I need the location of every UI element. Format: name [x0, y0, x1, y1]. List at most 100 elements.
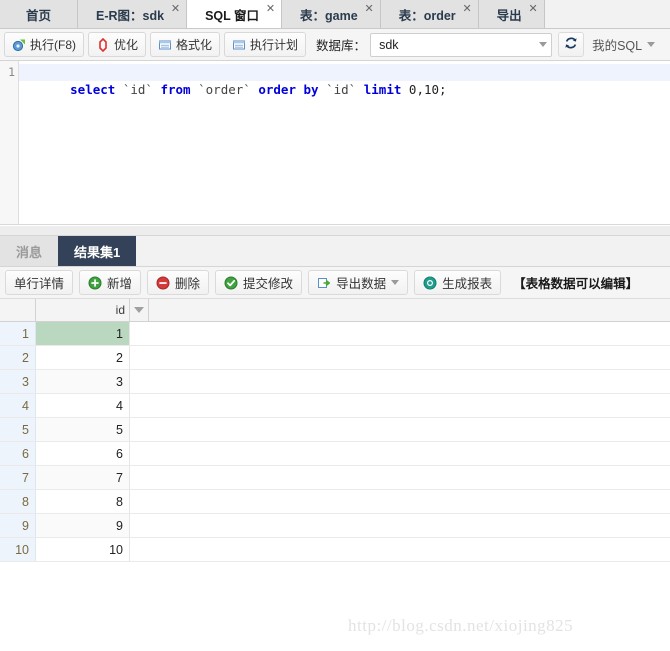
grid-toolbar: 单行详情 新增 删除 提交修改 导出数据 生成报表 【表格数据可以编辑】: [0, 267, 670, 299]
generate-report-button[interactable]: 生成报表: [414, 270, 502, 295]
row-number[interactable]: 4: [0, 394, 36, 417]
cell-id[interactable]: 3: [36, 370, 130, 393]
row-number[interactable]: 6: [0, 442, 36, 465]
chevron-down-icon: [647, 42, 656, 47]
export-icon: [317, 276, 331, 290]
tab-messages[interactable]: 消息: [0, 236, 59, 266]
sql-token: `order`: [198, 82, 251, 97]
close-icon[interactable]: ✕: [462, 4, 471, 15]
tab-table-order[interactable]: 表：order ✕: [380, 0, 479, 28]
sql-token: 0,10;: [408, 82, 447, 97]
table-row[interactable]: 3 3: [0, 370, 670, 394]
sql-token: limit: [363, 82, 402, 97]
export-data-button[interactable]: 导出数据: [308, 270, 409, 295]
editor-code-area[interactable]: select `id` from `order` order by `id` l…: [19, 61, 670, 224]
button-label: 执行(F8): [30, 38, 76, 52]
row-filler: [130, 394, 670, 417]
button-label: 格式化: [176, 38, 213, 52]
tab-sql-window[interactable]: SQL 窗口 ✕: [187, 0, 283, 28]
cell-id[interactable]: 10: [36, 538, 130, 561]
sql-editor[interactable]: 1 select `id` from `order` order by `id`…: [0, 61, 670, 225]
close-icon[interactable]: ✕: [266, 4, 275, 15]
row-filler: [130, 490, 670, 513]
tab-er-diagram[interactable]: E-R图：sdk ✕: [78, 0, 188, 28]
row-number[interactable]: 9: [0, 514, 36, 537]
optimize-button[interactable]: 优化: [88, 32, 147, 57]
cell-id[interactable]: 8: [36, 490, 130, 513]
button-label: 新增: [107, 277, 133, 291]
cell-id[interactable]: 9: [36, 514, 130, 537]
table-row[interactable]: 7 7: [0, 466, 670, 490]
editable-hint: 【表格数据可以编辑】: [513, 277, 639, 291]
add-icon: [88, 276, 102, 290]
row-filler: [130, 370, 670, 393]
result-tab-label: 消息: [16, 244, 43, 260]
delete-row-button[interactable]: 删除: [147, 270, 210, 295]
tab-home[interactable]: 首页: [0, 0, 79, 28]
cell-id[interactable]: 5: [36, 418, 130, 441]
row-filler: [130, 346, 670, 369]
sql-token: select: [70, 82, 116, 97]
table-row[interactable]: 10 10: [0, 538, 670, 562]
panel-splitter[interactable]: [0, 225, 670, 236]
row-filler: [130, 466, 670, 489]
format-button[interactable]: 格式化: [150, 32, 221, 57]
row-number[interactable]: 7: [0, 466, 36, 489]
my-sql-menu-button[interactable]: 我的SQL: [592, 35, 656, 54]
row-number[interactable]: 10: [0, 538, 36, 561]
database-select[interactable]: sdk: [370, 32, 553, 57]
tab-label: E-R图：sdk: [96, 8, 165, 23]
row-detail-button[interactable]: 单行详情: [5, 270, 74, 295]
row-number[interactable]: 3: [0, 370, 36, 393]
table-row[interactable]: 6 6: [0, 442, 670, 466]
result-tab-bar: 消息 结果集1: [0, 236, 670, 267]
watermark-text: http://blog.csdn.net/xiojing825: [348, 616, 574, 635]
close-icon[interactable]: ✕: [171, 4, 180, 15]
close-icon[interactable]: ✕: [528, 4, 537, 15]
tab-table-game[interactable]: 表：game ✕: [282, 0, 381, 28]
row-number[interactable]: 2: [0, 346, 36, 369]
add-row-button[interactable]: 新增: [79, 270, 142, 295]
close-icon[interactable]: ✕: [364, 4, 373, 15]
table-row[interactable]: 8 8: [0, 490, 670, 514]
execute-icon: [12, 38, 26, 52]
row-number[interactable]: 1: [0, 322, 36, 345]
refresh-button[interactable]: [558, 32, 585, 57]
cell-id[interactable]: 7: [36, 466, 130, 489]
editor-gutter: 1: [0, 61, 19, 224]
cell-id[interactable]: 2: [36, 346, 130, 369]
chevron-down-icon[interactable]: [391, 280, 400, 285]
table-row[interactable]: 4 4: [0, 394, 670, 418]
tab-label: 表：order: [398, 8, 456, 23]
database-select-value: sdk: [379, 37, 399, 52]
cell-id[interactable]: 1: [36, 322, 130, 345]
column-filter-button[interactable]: [130, 299, 149, 321]
explain-plan-button[interactable]: 执行计划: [224, 32, 307, 57]
cell-id[interactable]: 4: [36, 394, 130, 417]
tab-export[interactable]: 导出 ✕: [478, 0, 545, 28]
button-label: 执行计划: [250, 38, 299, 52]
result-tab-label: 结果集1: [74, 244, 121, 260]
row-number[interactable]: 8: [0, 490, 36, 513]
row-number[interactable]: 5: [0, 418, 36, 441]
tab-result-set-1[interactable]: 结果集1: [58, 236, 137, 266]
button-label: 提交修改: [243, 277, 294, 291]
table-row[interactable]: 5 5: [0, 418, 670, 442]
tab-label: SQL 窗口: [205, 8, 260, 23]
button-label: 优化: [114, 38, 139, 52]
column-header-id[interactable]: id: [36, 299, 130, 321]
sql-token: order: [258, 82, 296, 97]
sql-toolbar: 执行(F8) 优化 格式化 执行计划 数据库： sdk 我的SQL: [0, 29, 670, 61]
sql-token: `id`: [326, 82, 357, 97]
commit-icon: [224, 276, 238, 290]
commit-changes-button[interactable]: 提交修改: [215, 270, 303, 295]
execute-button[interactable]: 执行(F8): [4, 32, 84, 57]
table-row[interactable]: 1 1: [0, 322, 670, 346]
cell-id[interactable]: 6: [36, 442, 130, 465]
table-row[interactable]: 2 2: [0, 346, 670, 370]
sql-code-line[interactable]: select `id` from `order` order by `id` l…: [19, 64, 670, 97]
table-row[interactable]: 9 9: [0, 514, 670, 538]
